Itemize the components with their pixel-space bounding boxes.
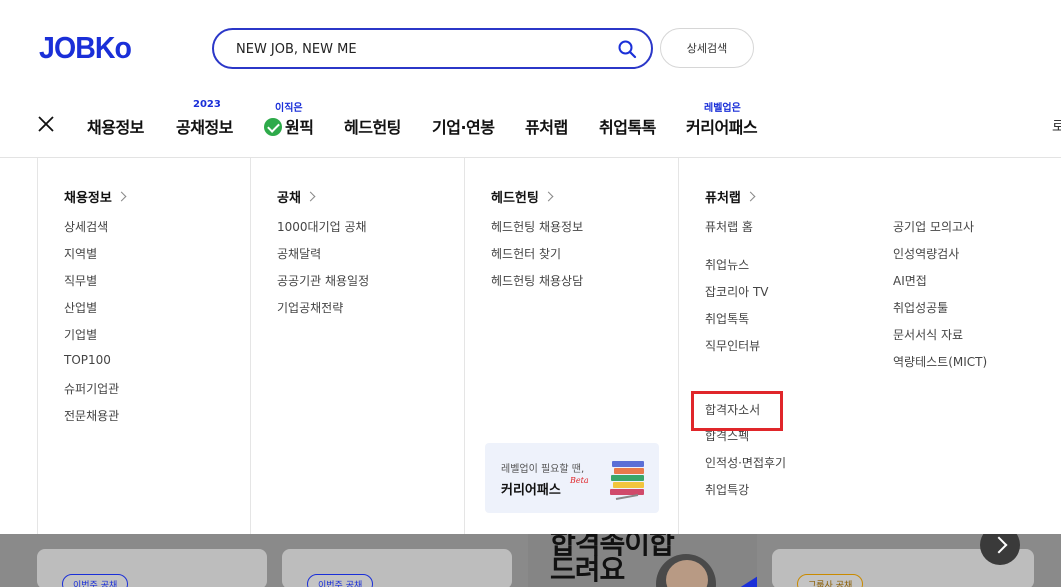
nav-badge-2023: 2023 — [193, 99, 221, 110]
nav-item-cut-off[interactable]: 로 — [1052, 116, 1061, 136]
menu-title-headhunting[interactable]: 헤드헌팅 — [491, 187, 554, 206]
menu-link[interactable]: 공채달력 — [277, 245, 321, 262]
chevron-right-icon — [745, 191, 756, 202]
menu-title-jobs[interactable]: 채용정보 — [64, 187, 127, 206]
menu-link[interactable]: 퓨처랩 홈 — [705, 218, 753, 235]
chevron-right-icon — [305, 191, 316, 202]
job-card-badge: 이번주 공채 — [307, 574, 374, 587]
promo-banner[interactable]: 합격족이합 드려요 — [528, 534, 757, 587]
search-input[interactable] — [236, 39, 606, 59]
nav-item-recruitment[interactable]: 공채정보 — [176, 114, 233, 138]
nav-badge-levelup: 레벨업은 — [704, 103, 741, 114]
menu-title-label: 공채 — [277, 191, 301, 206]
column-divider — [250, 158, 251, 534]
menu-title-recruitment[interactable]: 공채 — [277, 187, 316, 206]
menu-link[interactable]: AI면접 — [893, 272, 927, 289]
menu-link[interactable]: 취업특강 — [705, 481, 749, 498]
menu-link[interactable]: 지역별 — [64, 245, 97, 262]
menu-link[interactable]: 공공기관 채용일정 — [277, 272, 369, 289]
job-card-badge: 이번주 공채 — [62, 574, 129, 587]
banner-text: 드려요 — [550, 553, 625, 586]
nav-item-talk[interactable]: 취업톡톡 — [599, 114, 656, 138]
menu-link[interactable]: 기업별 — [64, 326, 97, 343]
menu-link[interactable]: 취업톡톡 — [705, 310, 749, 327]
menu-link[interactable]: 직무인터뷰 — [705, 337, 760, 354]
nav-item-headhunting[interactable]: 헤드헌팅 — [344, 114, 401, 138]
menu-link[interactable]: 헤드헌팅 채용정보 — [491, 218, 583, 235]
menu-title-label: 퓨처랩 — [705, 191, 741, 206]
careerpass-promo-card[interactable]: 레벨업이 필요할 땐, 커리어패스 Beta — [485, 443, 659, 513]
menu-link[interactable]: 취업성공툴 — [893, 299, 948, 316]
advanced-search-button[interactable]: 상세검색 — [660, 28, 754, 68]
nav-item-onepick-label: 원픽 — [285, 118, 314, 137]
menu-link[interactable]: 슈퍼기업관 — [64, 380, 119, 397]
menu-link[interactable]: 직무별 — [64, 272, 97, 289]
menu-link[interactable]: TOP100 — [64, 353, 111, 367]
nav-item-jobs[interactable]: 채용정보 — [87, 114, 144, 138]
books-icon — [610, 461, 644, 500]
promo-title: 커리어패스 — [501, 483, 561, 498]
chevron-right-icon — [543, 191, 554, 202]
search-box[interactable] — [212, 28, 653, 69]
nav-item-futurelab[interactable]: 퓨처랩 — [525, 114, 568, 138]
menu-link[interactable]: 인성역량검사 — [893, 245, 959, 262]
menu-link[interactable]: 기업공채전략 — [277, 299, 343, 316]
menu-link[interactable]: 역량테스트(MICT) — [893, 353, 987, 370]
nav-badge-career-change: 이직은 — [275, 103, 303, 114]
column-divider — [464, 158, 465, 534]
menu-link[interactable]: 상세검색 — [64, 218, 108, 235]
job-card-badge: 그룹사 공채 — [797, 574, 864, 587]
menu-link[interactable]: 산업별 — [64, 299, 97, 316]
nav-item-onepick[interactable]: 원픽 — [264, 114, 314, 138]
promo-beta-label: Beta — [570, 476, 589, 485]
promo-subtitle: 레벨업이 필요할 땐, — [501, 464, 585, 475]
chevron-right-icon — [116, 191, 127, 202]
search-icon[interactable] — [617, 39, 637, 59]
menu-link[interactable]: 문서서식 자료 — [893, 326, 963, 343]
menu-link[interactable]: 1000대기업 공채 — [277, 218, 367, 235]
highlight-box — [691, 391, 783, 431]
column-divider — [678, 158, 679, 534]
menu-title-futurelab[interactable]: 퓨처랩 — [705, 187, 756, 206]
menu-link[interactable]: 잡코리아 TV — [705, 283, 769, 300]
menu-link[interactable]: 인적성·면접후기 — [705, 454, 786, 471]
menu-link[interactable]: 헤드헌팅 채용상담 — [491, 272, 583, 289]
banner-decoration — [736, 576, 757, 587]
menu-link[interactable]: 공기업 모의고사 — [893, 218, 974, 235]
menu-link[interactable]: 전문채용관 — [64, 407, 119, 424]
close-icon[interactable] — [36, 114, 56, 134]
nav-item-careerpass[interactable]: 커리어패스 — [686, 114, 758, 138]
menu-link[interactable]: 헤드헌터 찾기 — [491, 245, 561, 262]
check-icon — [264, 118, 282, 136]
nav-item-company-salary[interactable]: 기업·연봉 — [432, 114, 495, 138]
menu-title-label: 채용정보 — [64, 191, 112, 206]
menu-title-label: 헤드헌팅 — [491, 191, 539, 206]
jobkorea-logo[interactable]: JOBKo — [39, 30, 132, 66]
menu-link[interactable]: 취업뉴스 — [705, 256, 749, 273]
